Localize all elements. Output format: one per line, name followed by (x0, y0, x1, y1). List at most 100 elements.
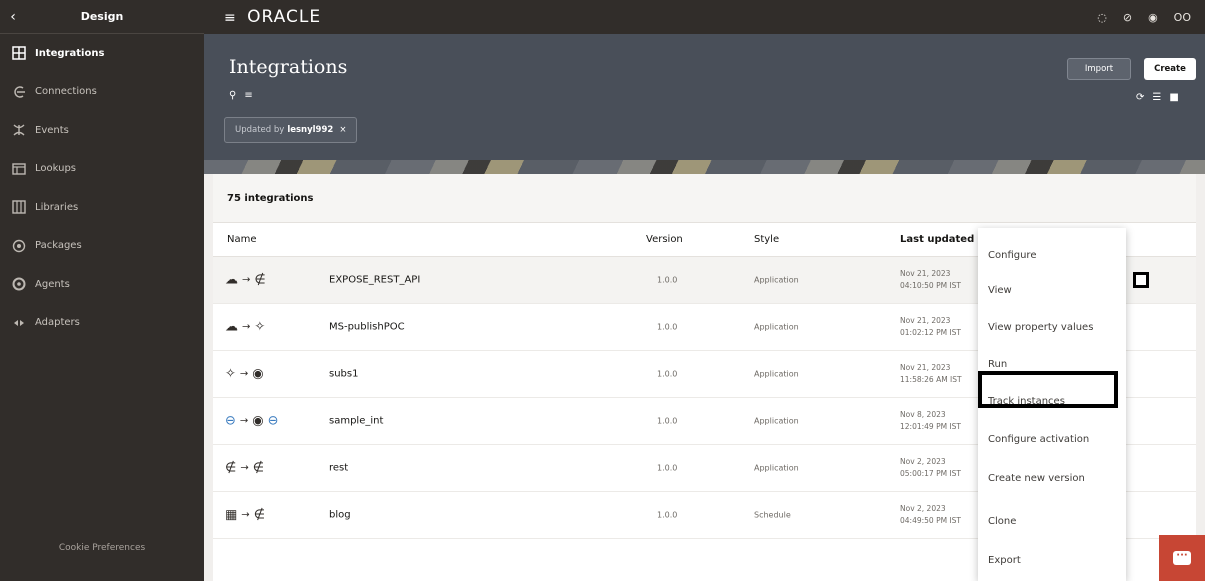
integration-name[interactable]: blog (329, 510, 351, 521)
integration-last-updated: Nov 21, 2023 01:02:12 PM IST (900, 315, 961, 339)
sidebar-item-packages[interactable]: Packages (0, 227, 204, 266)
sidebar-item-lookups[interactable]: Lookups (0, 150, 204, 189)
list-view-icon[interactable]: ☰ (1152, 92, 1161, 103)
user-avatar[interactable]: OO (1174, 11, 1191, 24)
integration-version: 1.0.0 (657, 369, 678, 379)
menu-item-view[interactable]: View (988, 285, 1012, 296)
integration-name[interactable]: rest (329, 463, 348, 474)
column-header-version[interactable]: Version (646, 234, 683, 245)
integration-style: Application (754, 369, 799, 379)
menu-item-run[interactable]: Run (988, 359, 1007, 370)
filter-chip-value: lesnyl992 (287, 125, 334, 135)
integration-name[interactable]: sample_int (329, 416, 383, 427)
integration-style: Application (754, 463, 799, 473)
last-updated-date: Nov 21, 2023 (900, 269, 951, 278)
hamburger-menu-icon[interactable]: ≡ (224, 10, 237, 26)
sidebar: ‹ Design Integrations Connections Events… (0, 0, 204, 581)
menu-item-configure-activation[interactable]: Configure activation (988, 434, 1089, 445)
arrow-right-icon: → (242, 321, 251, 333)
sidebar-item-connections[interactable]: Connections (0, 73, 204, 112)
menu-item-view-property-values[interactable]: View property values (988, 322, 1093, 333)
last-updated-date: Nov 21, 2023 (900, 363, 951, 372)
sidebar-item-label: Packages (35, 240, 82, 252)
integration-style: Schedule (754, 510, 791, 520)
events-icon: ✧ (254, 319, 266, 335)
connections-icon (12, 85, 26, 99)
libraries-icon (12, 200, 26, 214)
integration-name[interactable]: MS-publishPOC (329, 322, 405, 333)
search-icon[interactable]: ⚲ (229, 90, 236, 101)
events-icon: ✧ (225, 366, 236, 382)
grid-view-icon[interactable]: ■ (1169, 92, 1178, 103)
help-icon[interactable]: ⊘ (1123, 11, 1132, 24)
chat-button[interactable]: ··· (1159, 535, 1205, 581)
integration-version: 1.0.0 (657, 510, 678, 520)
close-icon[interactable]: × (339, 125, 346, 135)
last-updated-time: 11:58:26 AM IST (900, 375, 962, 384)
menu-item-configure[interactable]: Configure (988, 250, 1036, 261)
top-bar: ≡ ORACLE ◌ ⊘ ◉ OO (204, 0, 1205, 34)
menu-item-create-new-version[interactable]: Create new version (988, 473, 1085, 484)
row-actions-icon[interactable] (1133, 272, 1149, 288)
connection-icon: ∉ (253, 507, 266, 523)
arrow-right-icon: → (240, 462, 249, 474)
settings-icon[interactable]: ◉ (1148, 11, 1158, 24)
sidebar-title: Design (80, 10, 124, 23)
integration-last-updated: Nov 2, 2023 04:49:50 PM IST (900, 503, 961, 527)
chevron-left-icon[interactable]: ‹ (0, 9, 26, 25)
sidebar-item-label: Lookups (35, 163, 77, 175)
filter-chip-label: Updated by (235, 125, 285, 135)
integration-style: Application (754, 275, 799, 285)
integration-name[interactable]: EXPOSE_REST_API (329, 275, 420, 286)
integration-style: Application (754, 416, 799, 426)
menu-item-clone[interactable]: Clone (988, 516, 1016, 527)
sidebar-item-agents[interactable]: Agents (0, 265, 204, 304)
sidebar-item-label: Connections (35, 86, 97, 98)
import-button[interactable]: Import (1067, 58, 1131, 80)
sidebar-item-label: Adapters (35, 317, 80, 329)
column-header-style[interactable]: Style (754, 234, 779, 245)
last-updated-time: 05:00:17 PM IST (900, 469, 961, 478)
connection-icon: ∉ (225, 460, 237, 476)
integration-name[interactable]: subs1 (329, 369, 358, 380)
oracle-logo: ORACLE (247, 7, 322, 27)
menu-item-export[interactable]: Export (988, 555, 1021, 566)
search-row: ⚲ ≡ (229, 90, 253, 101)
integration-version: 1.0.0 (657, 275, 678, 285)
sidebar-item-integrations[interactable]: Integrations (0, 34, 204, 73)
rest-trigger-icon: ☁ (225, 272, 238, 288)
last-updated-time: 04:49:50 PM IST (900, 516, 961, 525)
agents-icon (12, 277, 26, 291)
refresh-icon[interactable]: ⟳ (1136, 92, 1144, 103)
integration-last-updated: Nov 21, 2023 11:58:26 AM IST (900, 362, 962, 386)
integration-pattern: ∉ → ∉ (225, 461, 264, 476)
column-header-name[interactable]: Name (227, 234, 257, 245)
integration-version: 1.0.0 (657, 463, 678, 473)
arrow-right-icon: → (239, 368, 249, 380)
notification-icon[interactable]: ◌ (1097, 11, 1107, 24)
sidebar-item-libraries[interactable]: Libraries (0, 188, 204, 227)
integration-last-updated: Nov 21, 2023 04:10:50 PM IST (900, 268, 961, 292)
filter-icon[interactable]: ≡ (244, 90, 252, 101)
schedule-icon: ▦ (225, 507, 238, 523)
arrow-right-icon: → (242, 274, 251, 286)
integration-last-updated: Nov 8, 2023 12:01:49 PM IST (900, 409, 961, 433)
cookie-preferences-link[interactable]: Cookie Preferences (0, 543, 204, 553)
create-button[interactable]: Create (1144, 58, 1196, 80)
sidebar-item-adapters[interactable]: Adapters (0, 304, 204, 343)
integration-style: Application (754, 322, 799, 332)
packages-icon (12, 239, 26, 253)
view-toggle-icons: ⟳ ☰ ■ (1136, 92, 1179, 103)
filter-chip[interactable]: Updated by lesnyl992 × (224, 117, 358, 143)
sidebar-item-label: Events (35, 124, 69, 136)
sidebar-item-events[interactable]: Events (0, 111, 204, 150)
subscribe-icon: ◉ (252, 413, 264, 429)
integration-version: 1.0.0 (657, 322, 678, 332)
adapter-icon: ⊖ (225, 413, 236, 429)
integration-pattern: ⊖ → ◉ ⊖ (225, 414, 279, 429)
sidebar-item-label: Libraries (35, 201, 79, 213)
integration-version: 1.0.0 (657, 416, 678, 426)
subscribe-icon: ◉ (252, 366, 264, 382)
column-header-last-updated[interactable]: Last updated (900, 234, 974, 245)
integration-last-updated: Nov 2, 2023 05:00:17 PM IST (900, 456, 961, 480)
